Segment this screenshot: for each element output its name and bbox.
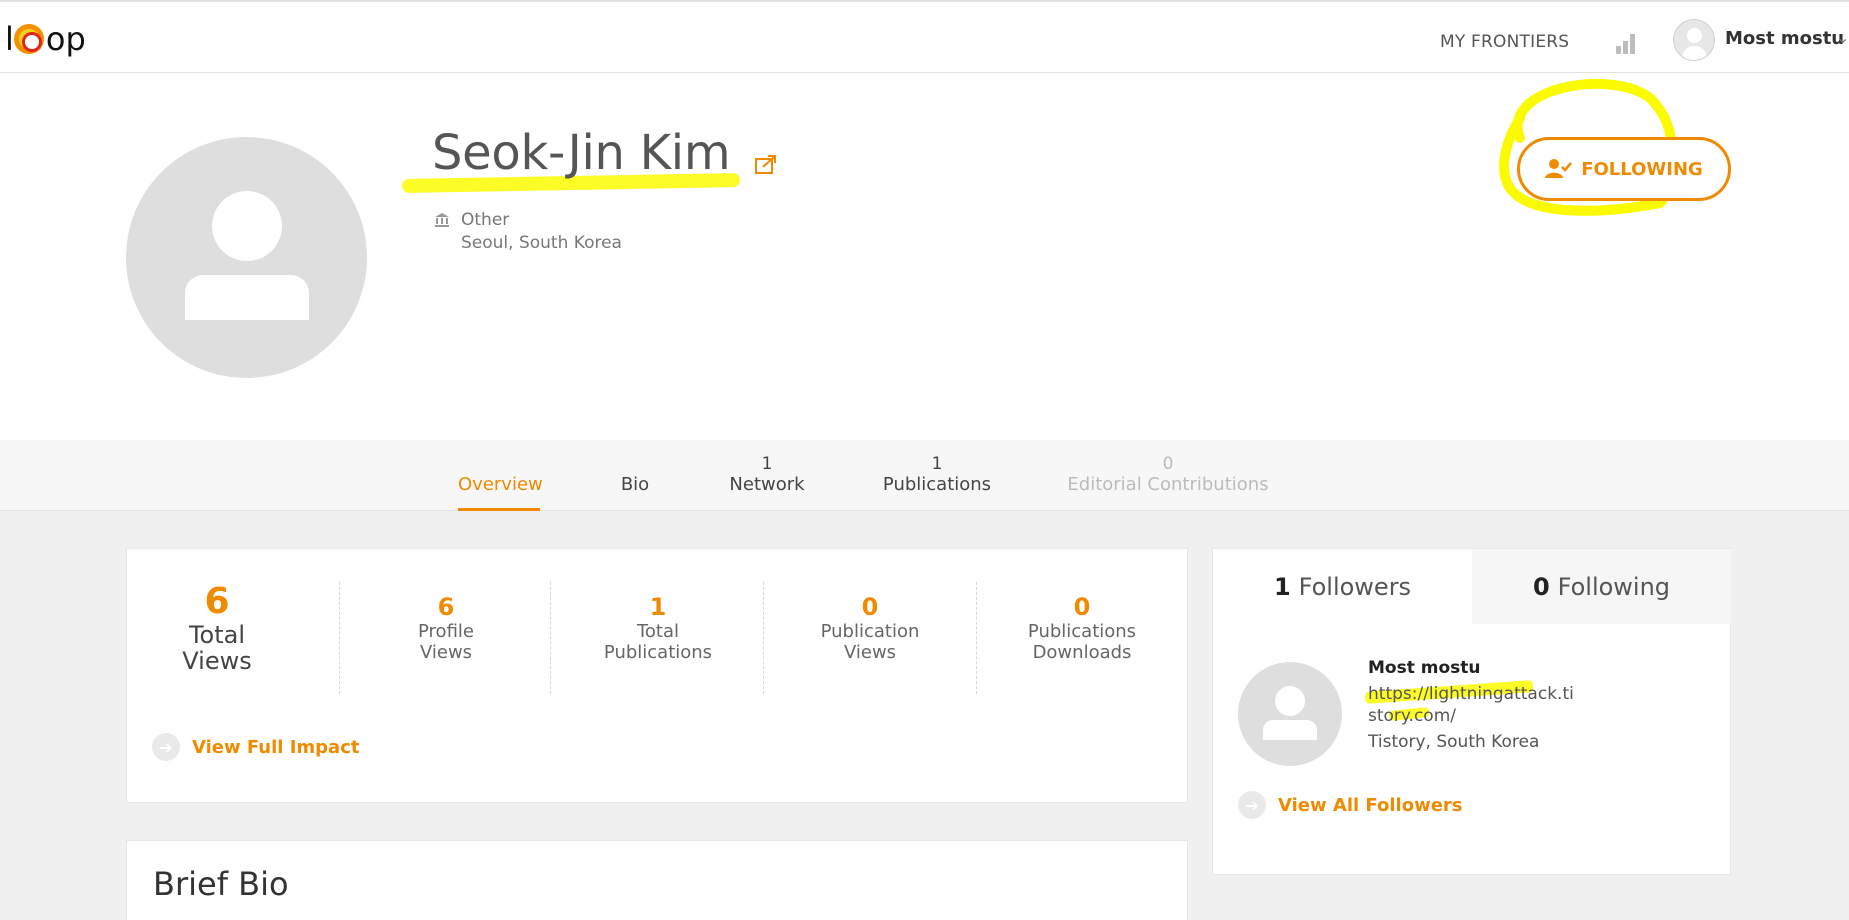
- view-all-followers-link[interactable]: ➔ View All Followers: [1238, 791, 1463, 819]
- view-full-impact-link[interactable]: ➔ View Full Impact: [152, 733, 359, 761]
- stat-divider: [550, 582, 551, 694]
- stat-label: Profile: [418, 621, 474, 642]
- follower-url[interactable]: https://lightningattack.tistory.com/: [1368, 683, 1578, 727]
- stat-publications-downloads: 0 Publications Downloads: [997, 593, 1167, 663]
- chevron-down-icon[interactable]: ⌄: [1836, 28, 1849, 47]
- view-full-impact-label: View Full Impact: [192, 736, 360, 758]
- impact-card: 6 Total Views 6 Profile Views 1 Total Pu…: [126, 548, 1188, 803]
- tab-editorial-label: Editorial Contributions: [1067, 474, 1269, 495]
- nav-my-frontiers[interactable]: MY FRONTIERS: [1440, 32, 1569, 52]
- tab-publications-label: Publications: [882, 474, 992, 495]
- followers-count: 1: [1273, 572, 1291, 601]
- tab-editorial-count: 0: [1162, 454, 1174, 474]
- stat-label: Total: [636, 621, 680, 642]
- tab-overview[interactable]: Overview: [458, 440, 543, 511]
- tab-publications[interactable]: 1 Publications: [882, 440, 992, 511]
- stat-label: Views: [419, 642, 473, 663]
- arrow-right-icon: ➔: [152, 733, 180, 761]
- stat-publication-views: 0 Publication Views: [785, 593, 955, 663]
- top-bar: l op MY FRONTIERS Most mostu ⌄: [0, 0, 1849, 73]
- profile-header: Seok-Jin Kim Other Seoul, South Korea FO…: [0, 73, 1849, 440]
- profile-institution: Other: [461, 210, 510, 230]
- stat-divider: [976, 582, 977, 694]
- tab-bio[interactable]: Bio: [612, 440, 658, 511]
- stat-label: Total: [188, 621, 246, 649]
- following-button[interactable]: FOLLOWING: [1517, 137, 1731, 201]
- stat-value: 6: [437, 593, 455, 621]
- following-count: 0: [1532, 572, 1550, 601]
- loop-logo[interactable]: l op: [5, 19, 86, 59]
- arrow-right-icon: ➔: [1238, 791, 1266, 819]
- stat-label: Publications: [1027, 621, 1137, 642]
- page: l op MY FRONTIERS Most mostu ⌄ Seok-Jin …: [0, 0, 1849, 920]
- logo-letters-op: op: [45, 20, 86, 58]
- stat-value: 1: [649, 593, 667, 621]
- tab-overview-label: Overview: [458, 474, 543, 495]
- profile-location: Seoul, South Korea: [461, 233, 622, 253]
- stat-label: Publication: [820, 621, 920, 642]
- bar-chart-icon[interactable]: [1616, 34, 1636, 54]
- tab-following[interactable]: 0 Following: [1472, 549, 1731, 624]
- logo-letter-l: l: [5, 20, 14, 58]
- profile-name: Seok-Jin Kim: [432, 125, 731, 181]
- followers-label: Followers: [1298, 572, 1412, 601]
- institution-icon: [435, 213, 449, 227]
- stat-total-publications: 1 Total Publications: [573, 593, 743, 663]
- following-label: Following: [1557, 572, 1671, 601]
- user-check-icon: [1545, 159, 1573, 178]
- profile-avatar: [126, 137, 367, 378]
- stat-value: 0: [861, 593, 879, 621]
- stat-label: Publications: [603, 642, 713, 663]
- brief-bio-title: Brief Bio: [153, 865, 289, 903]
- stat-label: Views: [182, 647, 252, 675]
- tab-editorial-contributions[interactable]: 0 Editorial Contributions: [1066, 440, 1270, 511]
- tab-network-label: Network: [729, 474, 805, 495]
- logo-ring-icon: [13, 24, 44, 54]
- followers-card: 1 Followers 0 Following Most mostu https…: [1212, 548, 1731, 875]
- profile-tabs: Overview Bio 1 Network 1 Publications 0 …: [0, 440, 1849, 511]
- stat-profile-views: 6 Profile Views: [361, 593, 531, 663]
- follower-location: Tistory, South Korea: [1368, 732, 1540, 752]
- tab-bio-label: Bio: [620, 474, 650, 495]
- stat-divider: [339, 582, 340, 694]
- share-icon[interactable]: [754, 153, 778, 175]
- stat-divider: [763, 582, 764, 694]
- tab-network[interactable]: 1 Network: [724, 440, 810, 511]
- user-avatar[interactable]: [1673, 19, 1715, 61]
- follower-name[interactable]: Most mostu: [1368, 658, 1481, 678]
- brief-bio-card: Brief Bio: [126, 840, 1188, 920]
- tab-network-count: 1: [761, 454, 773, 474]
- stat-value: 6: [204, 581, 230, 622]
- view-all-followers-label: View All Followers: [1278, 794, 1463, 816]
- tab-followers[interactable]: 1 Followers: [1213, 549, 1472, 624]
- stat-value: 0: [1073, 593, 1091, 621]
- stat-label: Views: [843, 642, 897, 663]
- tab-publications-count: 1: [931, 454, 943, 474]
- stat-total-views: 6 Total Views: [152, 581, 282, 674]
- follower-avatar[interactable]: [1238, 662, 1342, 766]
- following-button-label: FOLLOWING: [1581, 158, 1703, 180]
- stat-label: Downloads: [1032, 642, 1132, 663]
- user-menu-name[interactable]: Most mostu: [1725, 28, 1844, 49]
